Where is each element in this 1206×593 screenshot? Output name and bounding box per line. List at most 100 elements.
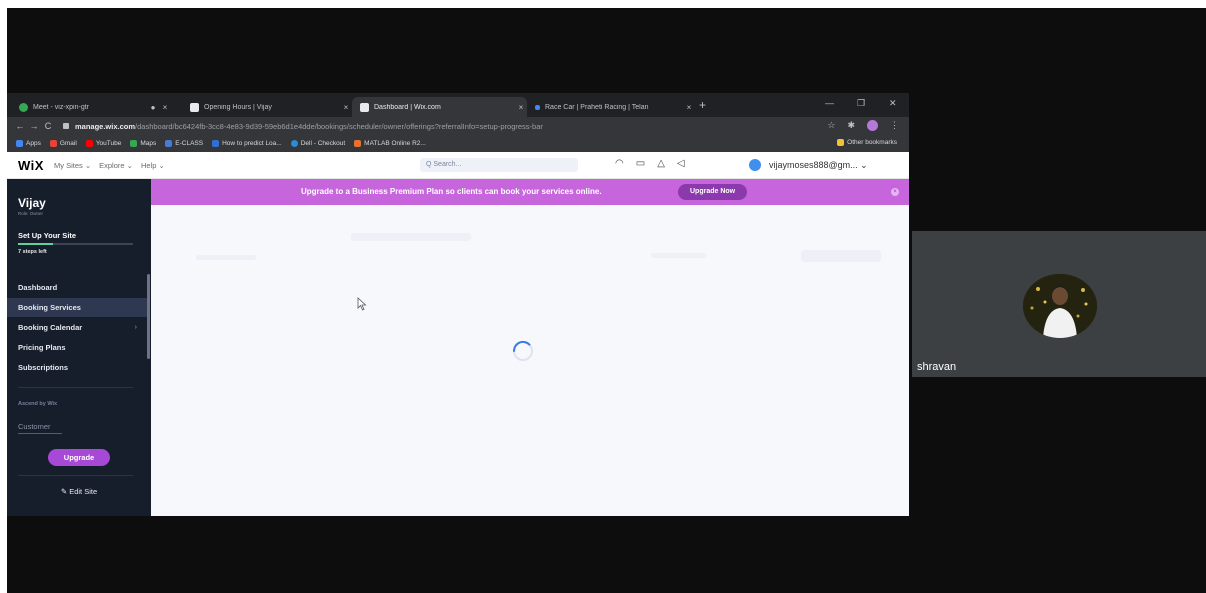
url-path: /dashboard/bc6424fb-3cc8-4e83-9d39-59eb6… <box>135 121 543 131</box>
bookmark-label: E-CLASS <box>175 140 204 147</box>
matlab-icon <box>354 140 362 147</box>
apps-grid-icon <box>16 140 23 147</box>
chat-icon[interactable]: ▭ <box>636 158 645 169</box>
tab-opening-hours[interactable]: Opening Hours | Vijay × <box>182 97 352 117</box>
wix-favicon-icon <box>360 102 369 112</box>
sidebar-item-customer[interactable]: Customer <box>18 422 51 431</box>
close-tab-icon[interactable]: × <box>515 103 527 112</box>
nav-explore[interactable]: Explore ⌄ <box>99 161 133 170</box>
mouse-cursor-icon <box>357 297 367 311</box>
tab-meet[interactable]: Meet - viz-xpin-gtr ● × <box>11 97 171 117</box>
nav-help[interactable]: Help ⌄ <box>141 161 165 170</box>
avatar <box>749 159 761 171</box>
bookmark-label: Other bookmarks <box>847 139 897 146</box>
url-domain: manage.wix.com <box>75 121 136 131</box>
extensions-icon[interactable]: ✱ <box>847 120 855 131</box>
divider <box>18 475 133 476</box>
sidebar-item-dashboard[interactable]: Dashboard <box>7 278 147 297</box>
tab-dashboard[interactable]: Dashboard | Wix.com × <box>352 97 527 117</box>
dell-icon <box>290 140 298 147</box>
bookmark-apps[interactable]: Apps <box>16 140 41 147</box>
bookmark-predict[interactable]: How to predict Loa... <box>212 140 282 147</box>
headset-icon[interactable]: ◠ <box>615 158 624 169</box>
participant-name: shravan <box>917 361 957 373</box>
close-tab-icon[interactable]: × <box>159 103 171 112</box>
participant-tile[interactable]: shravan <box>912 231 1206 377</box>
nav-my-sites[interactable]: My Sites ⌄ <box>54 161 91 170</box>
tab-title: Meet - viz-xpin-gtr <box>33 103 90 111</box>
bookmark-eclass[interactable]: E-CLASS <box>165 140 203 147</box>
bookmark-label: Gmail <box>59 140 77 147</box>
other-bookmarks[interactable]: Other bookmarks <box>837 139 897 146</box>
sidebar-item-label: Booking Calendar <box>18 323 83 332</box>
bookmark-label: YouTube <box>95 140 122 147</box>
new-tab-button[interactable]: + <box>699 98 706 112</box>
upgrade-now-button[interactable]: Upgrade Now <box>678 184 748 200</box>
close-tab-icon[interactable]: × <box>340 103 352 112</box>
upgrade-banner: Upgrade to a Business Premium Plan so cl… <box>151 179 909 205</box>
site-favicon-icon <box>535 104 540 110</box>
wix-logo[interactable]: WiX <box>18 158 44 173</box>
person-image-icon <box>1023 274 1097 338</box>
bell-icon[interactable]: △ <box>657 158 665 169</box>
skeleton-line <box>801 250 881 262</box>
account-menu[interactable]: vijaymoses888@gm... ⌄ <box>749 159 868 171</box>
megaphone-icon[interactable]: ◁ <box>677 158 685 169</box>
sidebar-scrollbar[interactable] <box>147 274 150 359</box>
setup-progress-bar <box>18 243 133 245</box>
bookmark-youtube[interactable]: YouTube <box>85 140 122 147</box>
wix-nav: My Sites ⌄ Explore ⌄ Help ⌄ <box>54 161 165 170</box>
profile-avatar[interactable] <box>867 120 878 131</box>
wix-favicon-icon <box>190 102 199 112</box>
wix-top-bar: WiX My Sites ⌄ Explore ⌄ Help ⌄ Q Search… <box>7 152 909 179</box>
bookmark-gmail[interactable]: Gmail <box>49 140 77 147</box>
skeleton-line <box>651 253 706 258</box>
back-icon[interactable]: ← <box>13 121 27 131</box>
forward-icon[interactable]: → <box>27 121 41 131</box>
reload-icon[interactable]: C <box>41 121 55 131</box>
sidebar-item-subscriptions[interactable]: Subscriptions <box>7 358 147 377</box>
lock-icon <box>63 123 69 129</box>
skeleton-line <box>196 255 256 260</box>
tab-title: Race Car | Praheti Racing | Telan <box>545 103 649 111</box>
edit-site-button[interactable]: ✎ Edit Site <box>7 487 151 496</box>
tab-race-car[interactable]: Race Car | Praheti Racing | Telan × <box>527 97 695 117</box>
maximize-icon[interactable]: ❐ <box>857 98 865 109</box>
main-content <box>151 205 909 516</box>
menu-icon[interactable]: ⋮ <box>890 120 899 131</box>
divider <box>18 387 133 388</box>
address-bar[interactable]: manage.wix.com/dashboard/bc6424fb-3cc8-4… <box>75 122 543 131</box>
meet-favicon-icon <box>19 102 28 112</box>
bookmark-matlab[interactable]: MATLAB Online R2... <box>354 140 426 147</box>
wix-header-icons: ◠ ▭ △ ◁ <box>615 158 685 169</box>
loading-spinner-icon <box>512 340 533 361</box>
site-icon <box>212 140 220 147</box>
sidebar-item-pricing-plans[interactable]: Pricing Plans <box>7 338 147 357</box>
tab-title: Opening Hours | Vijay <box>204 103 272 111</box>
bookmark-label: How to predict Loa... <box>222 140 282 147</box>
sidebar-item-booking-services[interactable]: Booking Services <box>7 298 147 317</box>
banner-text: Upgrade to a Business Premium Plan so cl… <box>301 187 602 196</box>
star-icon[interactable]: ☆ <box>827 120 835 131</box>
participant-video <box>1023 274 1097 338</box>
bookmark-maps[interactable]: Maps <box>130 140 156 147</box>
bookmark-label: Apps <box>26 140 41 147</box>
bookmark-dell[interactable]: Dell - Checkout <box>290 140 345 147</box>
sidebar-item-booking-calendar[interactable]: Booking Calendar › <box>7 318 147 337</box>
wix-sidebar: Vijay Role: Owner Set Up Your Site 7 ste… <box>7 179 151 516</box>
search-input[interactable]: Q Search... <box>420 158 578 172</box>
close-window-icon[interactable]: ✕ <box>889 98 897 109</box>
upgrade-button[interactable]: Upgrade <box>48 449 110 466</box>
chevron-right-icon: › <box>134 324 137 331</box>
setup-progress-fill <box>18 243 53 245</box>
user-email: vijaymoses888@gm... ⌄ <box>769 159 868 170</box>
bookmark-label: MATLAB Online R2... <box>364 140 426 147</box>
close-icon[interactable]: × <box>891 188 899 196</box>
minimize-icon[interactable]: — <box>825 98 834 108</box>
tab-strip: Meet - viz-xpin-gtr ● × Opening Hours | … <box>7 93 909 117</box>
setup-title[interactable]: Set Up Your Site <box>18 231 76 240</box>
site-name: Vijay <box>18 196 46 210</box>
close-tab-icon[interactable]: × <box>683 103 695 112</box>
tab-title: Dashboard | Wix.com <box>374 103 441 111</box>
youtube-icon <box>85 140 93 147</box>
